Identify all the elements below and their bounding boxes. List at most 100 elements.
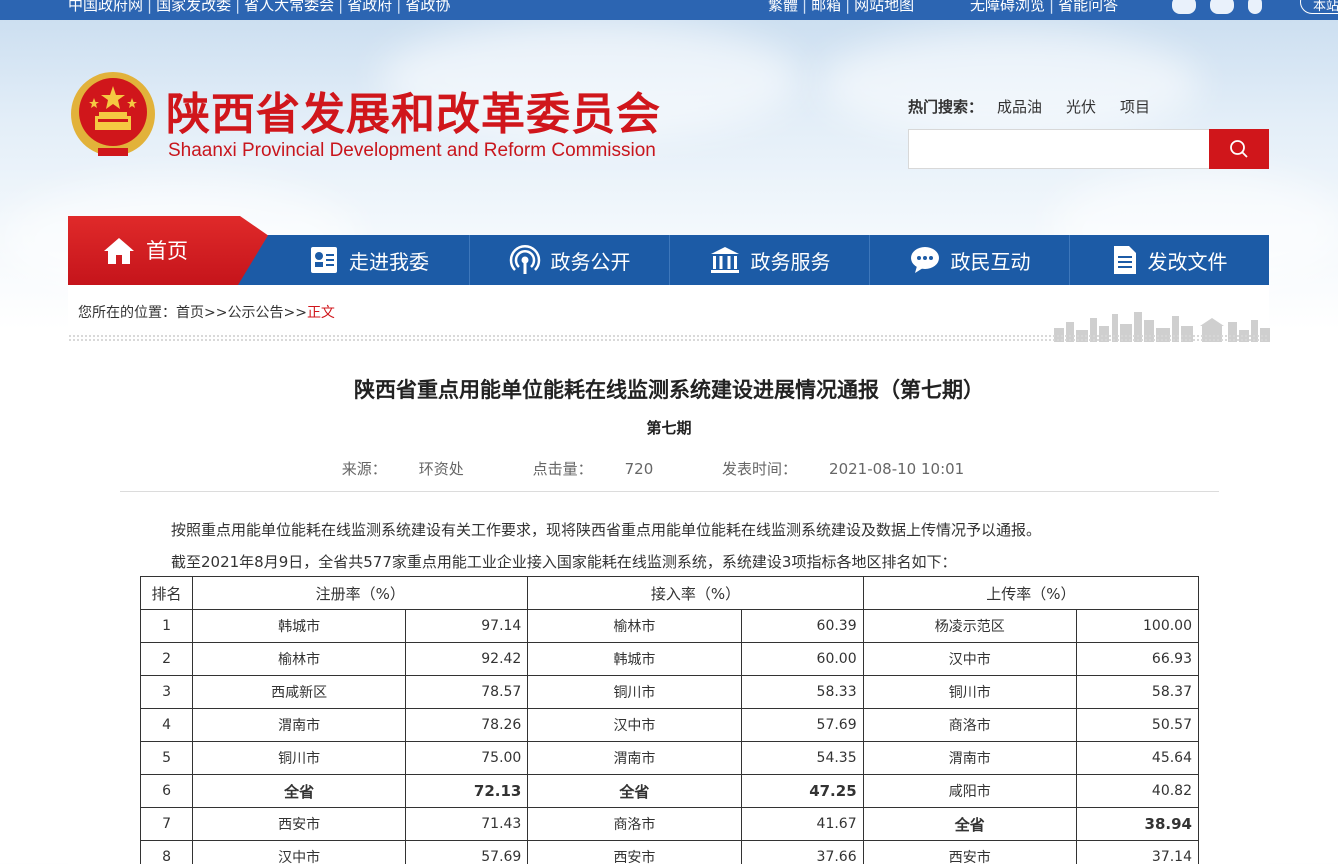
search-icon	[1230, 140, 1248, 158]
search-button[interactable]	[1209, 129, 1269, 169]
header-upload: 上传率（%）	[862, 576, 1200, 610]
cell-value: 100.00	[1075, 609, 1200, 643]
table-row: 1 韩城市 97.14 榆林市 60.39 杨凌示范区 100.00	[139, 609, 1200, 643]
national-emblem-icon	[71, 72, 155, 156]
cell-rank: 3	[139, 675, 194, 709]
separator: |	[396, 0, 402, 14]
cell-value: 54.35	[740, 741, 864, 775]
meta-clicks-value: 720	[624, 460, 654, 478]
nav-item-label: 政务服务	[750, 249, 831, 274]
table-header-row: 排名 注册率（%） 接入率（%） 上传率（%）	[139, 576, 1200, 610]
article-title: 陕西省重点用能单位能耗在线监测系统建设进展情况通报（第七期）	[354, 378, 984, 402]
cell-rank: 1	[139, 609, 194, 643]
cell-value: 75.00	[405, 741, 529, 775]
cell-region: 杨凌示范区	[862, 609, 1077, 643]
nav-home-label: 首页	[146, 238, 188, 263]
breadcrumb-home[interactable]: 首页	[176, 305, 204, 321]
cell-rank: 7	[139, 807, 194, 841]
top-link[interactable]: 无障碍浏览	[970, 0, 1045, 14]
cell-region: 西安市	[527, 840, 742, 864]
top-link[interactable]: 中国政府网	[68, 0, 143, 14]
cell-value: 41.67	[740, 807, 864, 841]
nav-home[interactable]: 首页	[68, 216, 268, 285]
cell-value: 47.25	[740, 774, 864, 808]
meta-source-value: 环资处	[418, 460, 464, 478]
table-row: 4 渭南市 78.26 汉中市 57.69 商洛市 50.57	[139, 708, 1200, 742]
nav-item-documents[interactable]: 发改文件	[1069, 235, 1269, 285]
cell-region: 韩城市	[527, 642, 742, 676]
cell-value: 60.00	[740, 642, 864, 676]
cell-region: 咸阳市	[862, 774, 1077, 808]
meta-clicks: 点击量： 720	[517, 460, 670, 478]
hot-search-item[interactable]: 光伏	[1066, 98, 1096, 116]
cell-region: 韩城市	[192, 609, 407, 643]
top-link[interactable]: 繁體	[768, 0, 798, 14]
cloud-decoration	[820, 30, 1200, 140]
weibo-icon[interactable]	[1172, 0, 1196, 14]
separator: |	[802, 0, 808, 14]
cell-region: 全省	[862, 807, 1077, 841]
institution-icon	[710, 247, 739, 273]
top-link[interactable]: 省能问答	[1058, 0, 1118, 14]
nav-item-label: 走进我委	[349, 249, 429, 274]
top-links-access: 无障碍浏览 | 省能问答	[970, 0, 1118, 15]
meta-clicks-label: 点击量：	[532, 460, 593, 478]
cell-value: 66.93	[1075, 642, 1200, 676]
separator: |	[235, 0, 241, 14]
id-card-icon	[311, 247, 337, 273]
cell-value: 57.69	[740, 708, 864, 742]
article-paragraph: 截至2021年8月9日，全省共577家重点用能工业企业接入国家能耗在线监测系统，…	[171, 553, 957, 571]
wechat-icon[interactable]	[1210, 0, 1234, 14]
cell-value: 40.82	[1075, 774, 1200, 808]
nav-item-gov-service[interactable]: 政务服务	[669, 235, 869, 285]
cell-region: 汉中市	[862, 642, 1077, 676]
nav-item-interaction[interactable]: 政民互动	[869, 235, 1069, 285]
breadcrumb-current: 正文	[306, 305, 335, 321]
cell-region: 全省	[527, 774, 742, 808]
cell-value: 78.57	[405, 675, 529, 709]
top-links-mid: 繁體 | 邮箱 | 网站地图	[768, 0, 914, 15]
hot-search-item[interactable]: 成品油	[997, 98, 1042, 116]
top-link[interactable]: 国家发改委	[156, 0, 231, 14]
cell-value: 45.64	[1075, 741, 1200, 775]
cell-region: 商洛市	[862, 708, 1077, 742]
cell-region: 榆林市	[192, 642, 407, 676]
table-row: 5 铜川市 75.00 渭南市 54.35 渭南市 45.64	[139, 741, 1200, 775]
cell-region: 铜川市	[192, 741, 407, 775]
nav-item-gov-affairs[interactable]: 政务公开	[469, 235, 669, 285]
nav-item-label: 政民互动	[950, 249, 1031, 274]
cell-value: 78.26	[405, 708, 529, 742]
lang-switch[interactable]: 本站	[1300, 0, 1338, 14]
nav-item-about[interactable]: 走进我委	[269, 235, 469, 285]
top-link[interactable]: 省政协	[405, 0, 450, 14]
breadcrumb-section[interactable]: 公示公告	[227, 305, 283, 321]
top-link[interactable]: 省政府	[347, 0, 392, 14]
article-paragraph: 按照重点用能单位能耗在线监测系统建设有关工作要求，现将陕西省重点用能单位能耗在线…	[171, 521, 1042, 539]
search-input[interactable]	[908, 129, 1210, 169]
mobile-icon[interactable]	[1248, 0, 1262, 14]
cell-region: 渭南市	[192, 708, 407, 742]
chat-icon	[910, 247, 939, 273]
top-link[interactable]: 省人大常委会	[244, 0, 334, 14]
meta-source: 来源： 环资处	[326, 460, 480, 478]
cell-value: 38.94	[1075, 807, 1200, 841]
separator: |	[1049, 0, 1055, 14]
cell-value: 71.43	[405, 807, 529, 841]
top-link[interactable]: 邮箱	[811, 0, 841, 14]
breadcrumb-prefix: 您所在的位置：	[78, 305, 176, 321]
cell-rank: 6	[139, 774, 194, 808]
cell-value: 50.57	[1075, 708, 1200, 742]
breadcrumb: 您所在的位置：首页>>公示公告>>正文	[78, 302, 335, 322]
top-link[interactable]: 网站地图	[854, 0, 914, 14]
cell-value: 58.33	[740, 675, 864, 709]
cell-value: 37.14	[1075, 840, 1200, 864]
cell-value: 60.39	[740, 609, 864, 643]
cell-region: 西安市	[192, 807, 407, 841]
hot-search-item[interactable]: 项目	[1120, 98, 1150, 116]
cell-region: 铜川市	[862, 675, 1077, 709]
cell-rank: 8	[139, 840, 194, 864]
cell-value: 37.66	[740, 840, 864, 864]
cell-region: 铜川市	[527, 675, 742, 709]
nav-item-label: 发改文件	[1147, 249, 1228, 274]
cell-value: 57.69	[405, 840, 529, 864]
